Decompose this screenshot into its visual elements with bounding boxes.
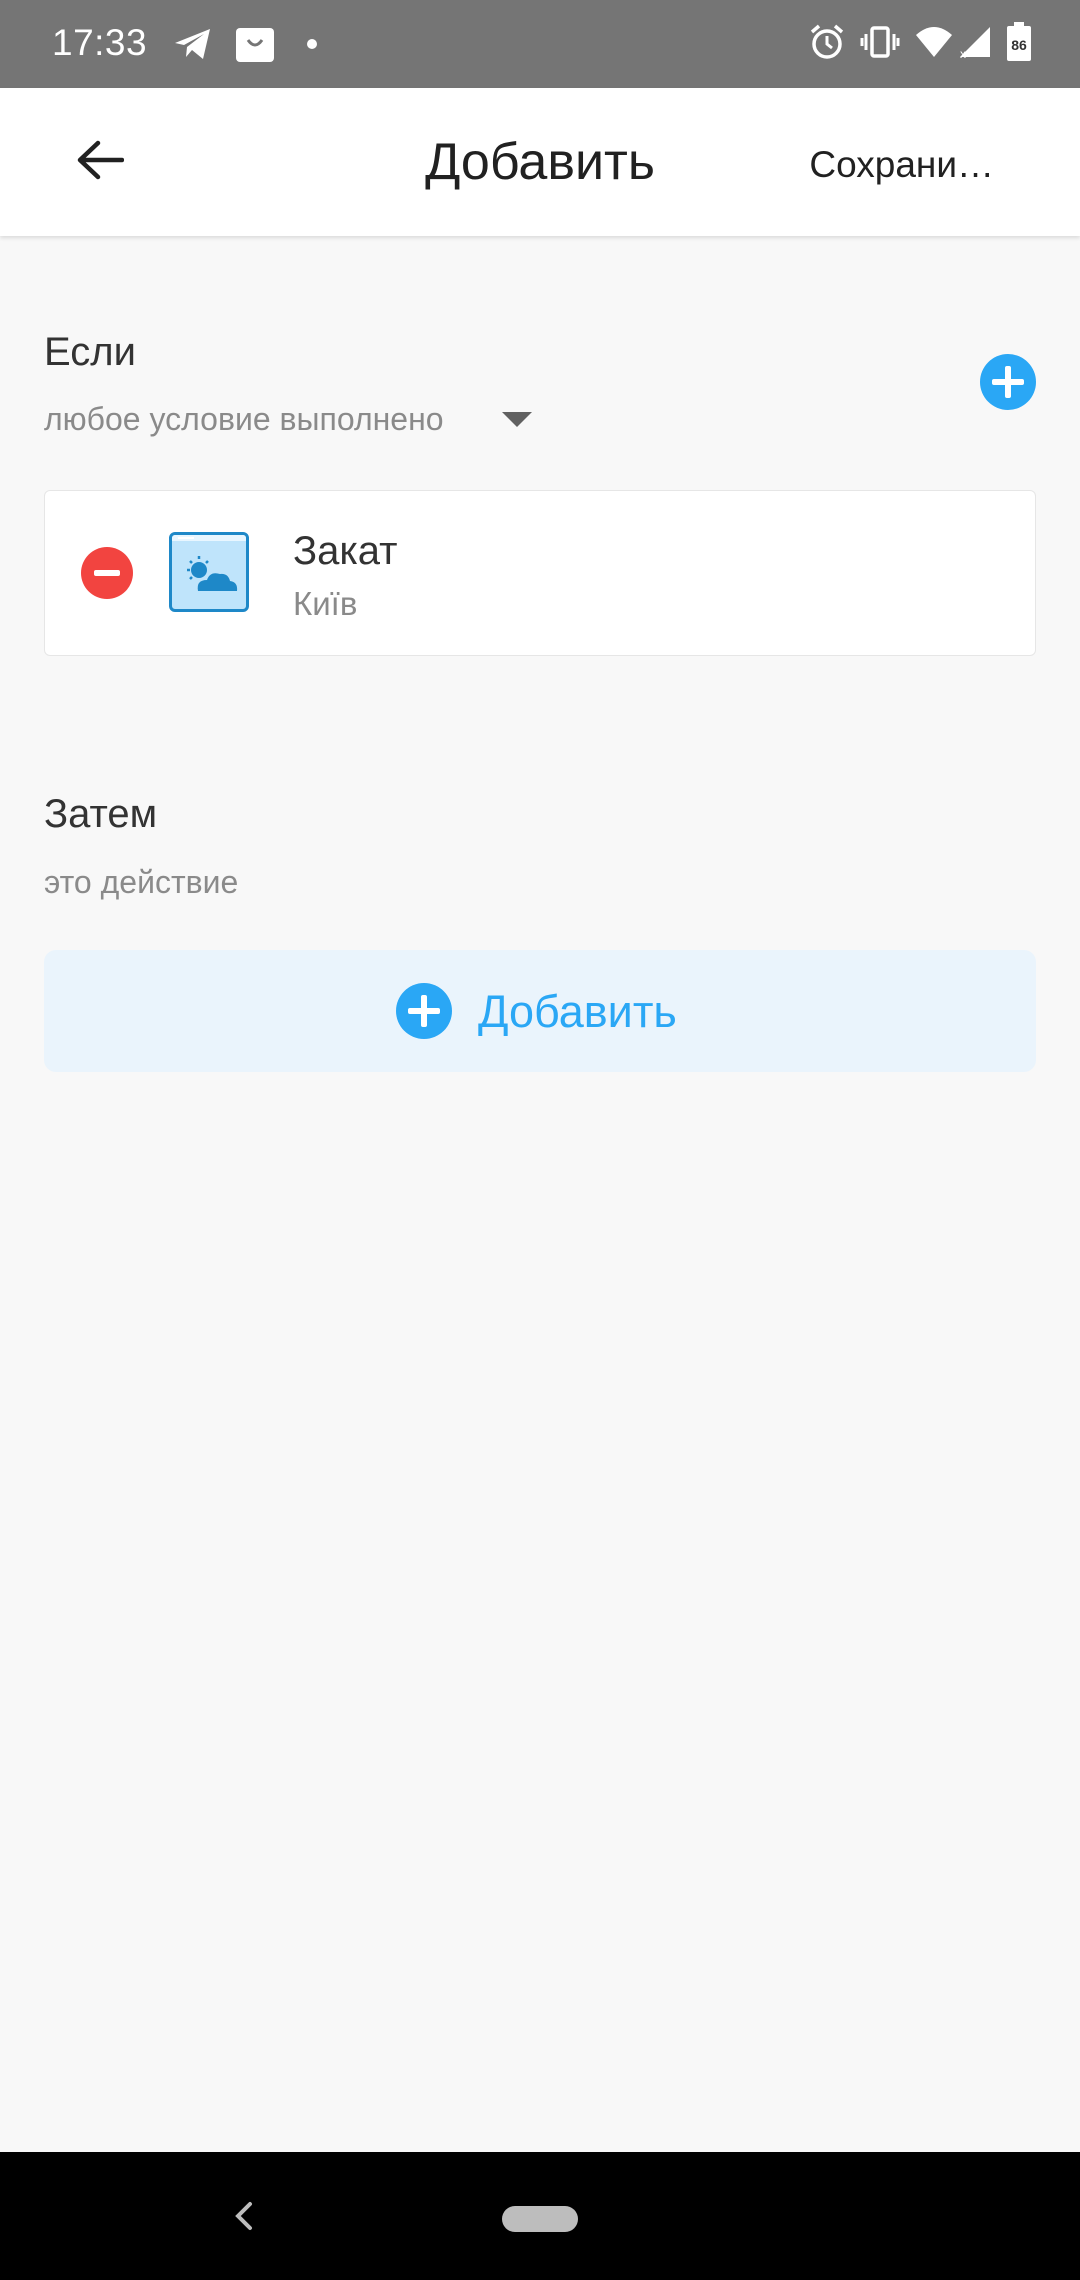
remove-condition-button[interactable] xyxy=(81,547,133,599)
then-section-subtitle: это действие xyxy=(44,864,239,900)
status-notification-icons xyxy=(172,24,318,64)
status-system-icons: x 86 xyxy=(808,22,1032,62)
svg-text:x: x xyxy=(960,47,966,59)
add-condition-button[interactable] xyxy=(980,354,1036,410)
condition-mode-dropdown[interactable]: любое условие выполнено xyxy=(44,401,444,438)
condition-card[interactable]: Закат Київ xyxy=(44,490,1036,656)
telegram-icon xyxy=(172,25,214,63)
vibrate-icon xyxy=(860,24,900,60)
then-section-title: Затем xyxy=(44,792,158,836)
signal-icon: x xyxy=(958,25,992,59)
nav-back-button[interactable] xyxy=(224,2194,264,2238)
battery-level: 86 xyxy=(1011,37,1027,53)
dot-icon xyxy=(306,38,318,50)
system-nav-bar xyxy=(0,2152,1080,2280)
alarm-icon xyxy=(808,23,846,61)
chevron-down-icon[interactable] xyxy=(502,412,532,427)
add-action-label: Добавить xyxy=(478,986,677,1037)
nav-home-pill[interactable] xyxy=(502,2206,578,2232)
battery-icon: 86 xyxy=(1006,22,1032,62)
save-button[interactable]: Сохрани… xyxy=(809,144,994,186)
chevron-left-icon xyxy=(235,2202,252,2230)
plus-circle-icon xyxy=(396,983,452,1039)
app-bar: Добавить Сохрани… xyxy=(0,88,1080,236)
status-bar: 17:33 x 86 xyxy=(0,0,1080,88)
add-action-button[interactable]: Добавить xyxy=(44,950,1036,1072)
condition-title: Закат xyxy=(293,529,398,573)
weather-cloud-sun-icon xyxy=(169,532,249,612)
status-time: 17:33 xyxy=(52,22,148,63)
shopping-bag-icon xyxy=(234,24,276,64)
if-section-title: Если xyxy=(44,330,136,374)
wifi-icon xyxy=(914,25,954,59)
condition-subtitle: Київ xyxy=(293,585,358,622)
